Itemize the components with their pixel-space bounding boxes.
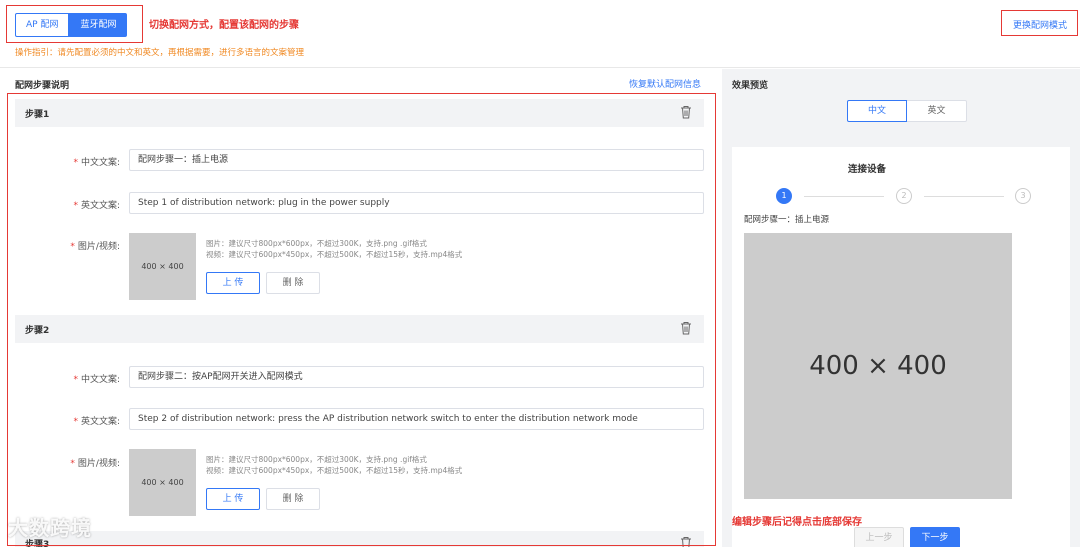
step-caption: 配网步骤一：插上电源 — [744, 215, 830, 225]
preview-section-title: 效果预览 — [732, 81, 769, 91]
annotation-save-text: 编辑步骤后记得点击底部保存 — [732, 517, 862, 528]
switch-mode-link[interactable]: 更换配网模式 — [1013, 18, 1067, 31]
preview-title: 连接设备 — [847, 164, 886, 175]
bluetooth-mode-button[interactable]: 蓝牙配网 — [69, 13, 128, 37]
preview-card: 连接设备 1 2 3 配网步骤一：插上电源 400 × 400 — [732, 147, 1070, 547]
step-dot: 3 — [1015, 188, 1031, 204]
restore-default-link[interactable]: 恢复默认配网信息 — [629, 77, 701, 90]
step-dot: 2 — [896, 188, 912, 204]
step-connector — [924, 196, 1004, 197]
watermark-logo: 大数跨境 — [8, 516, 92, 540]
preview-panel: 效果预览 中文 英文 连接设备 1 2 3 配网步骤一：插上电源 400 × 4… — [722, 69, 1080, 547]
prev-step-button[interactable]: 上一步 — [854, 527, 904, 547]
steps-panel: 步骤1 * 中文文案: 配网步骤一：插上电源 * 英文文案: Step 1 of d… — [0, 93, 718, 547]
preview-image-placeholder: 400 × 400 — [744, 233, 1012, 499]
mode-switch: AP 配网 蓝牙配网 — [15, 13, 128, 37]
steps-section-title: 配网步骤说明 — [15, 81, 70, 91]
top-toolbar: AP 配网 蓝牙配网 切换配网方式，配置该配网的步骤 操作指引：请先配置必须的中… — [0, 0, 1080, 68]
step-connector — [804, 196, 884, 197]
page-root: AP 配网 蓝牙配网 切换配网方式，配置该配网的步骤 操作指引：请先配置必须的中… — [0, 0, 1080, 547]
lang-en-button[interactable]: 英文 — [907, 100, 967, 122]
operation-hint: 操作指引：请先配置必须的中文和英文，再根据需要，进行多语言的文案管理 — [15, 48, 305, 58]
left-panel-header: 配网步骤说明 恢复默认配网信息 — [0, 69, 718, 93]
annotation-box-steps — [7, 93, 716, 546]
ap-mode-button[interactable]: AP 配网 — [15, 13, 70, 37]
annotation-mode-text: 切换配网方式，配置该配网的步骤 — [149, 20, 299, 31]
language-switch: 中文 英文 — [847, 100, 967, 122]
lang-cn-button[interactable]: 中文 — [847, 100, 907, 122]
step-dot: 1 — [776, 188, 792, 204]
next-step-button[interactable]: 下一步 — [910, 527, 960, 547]
